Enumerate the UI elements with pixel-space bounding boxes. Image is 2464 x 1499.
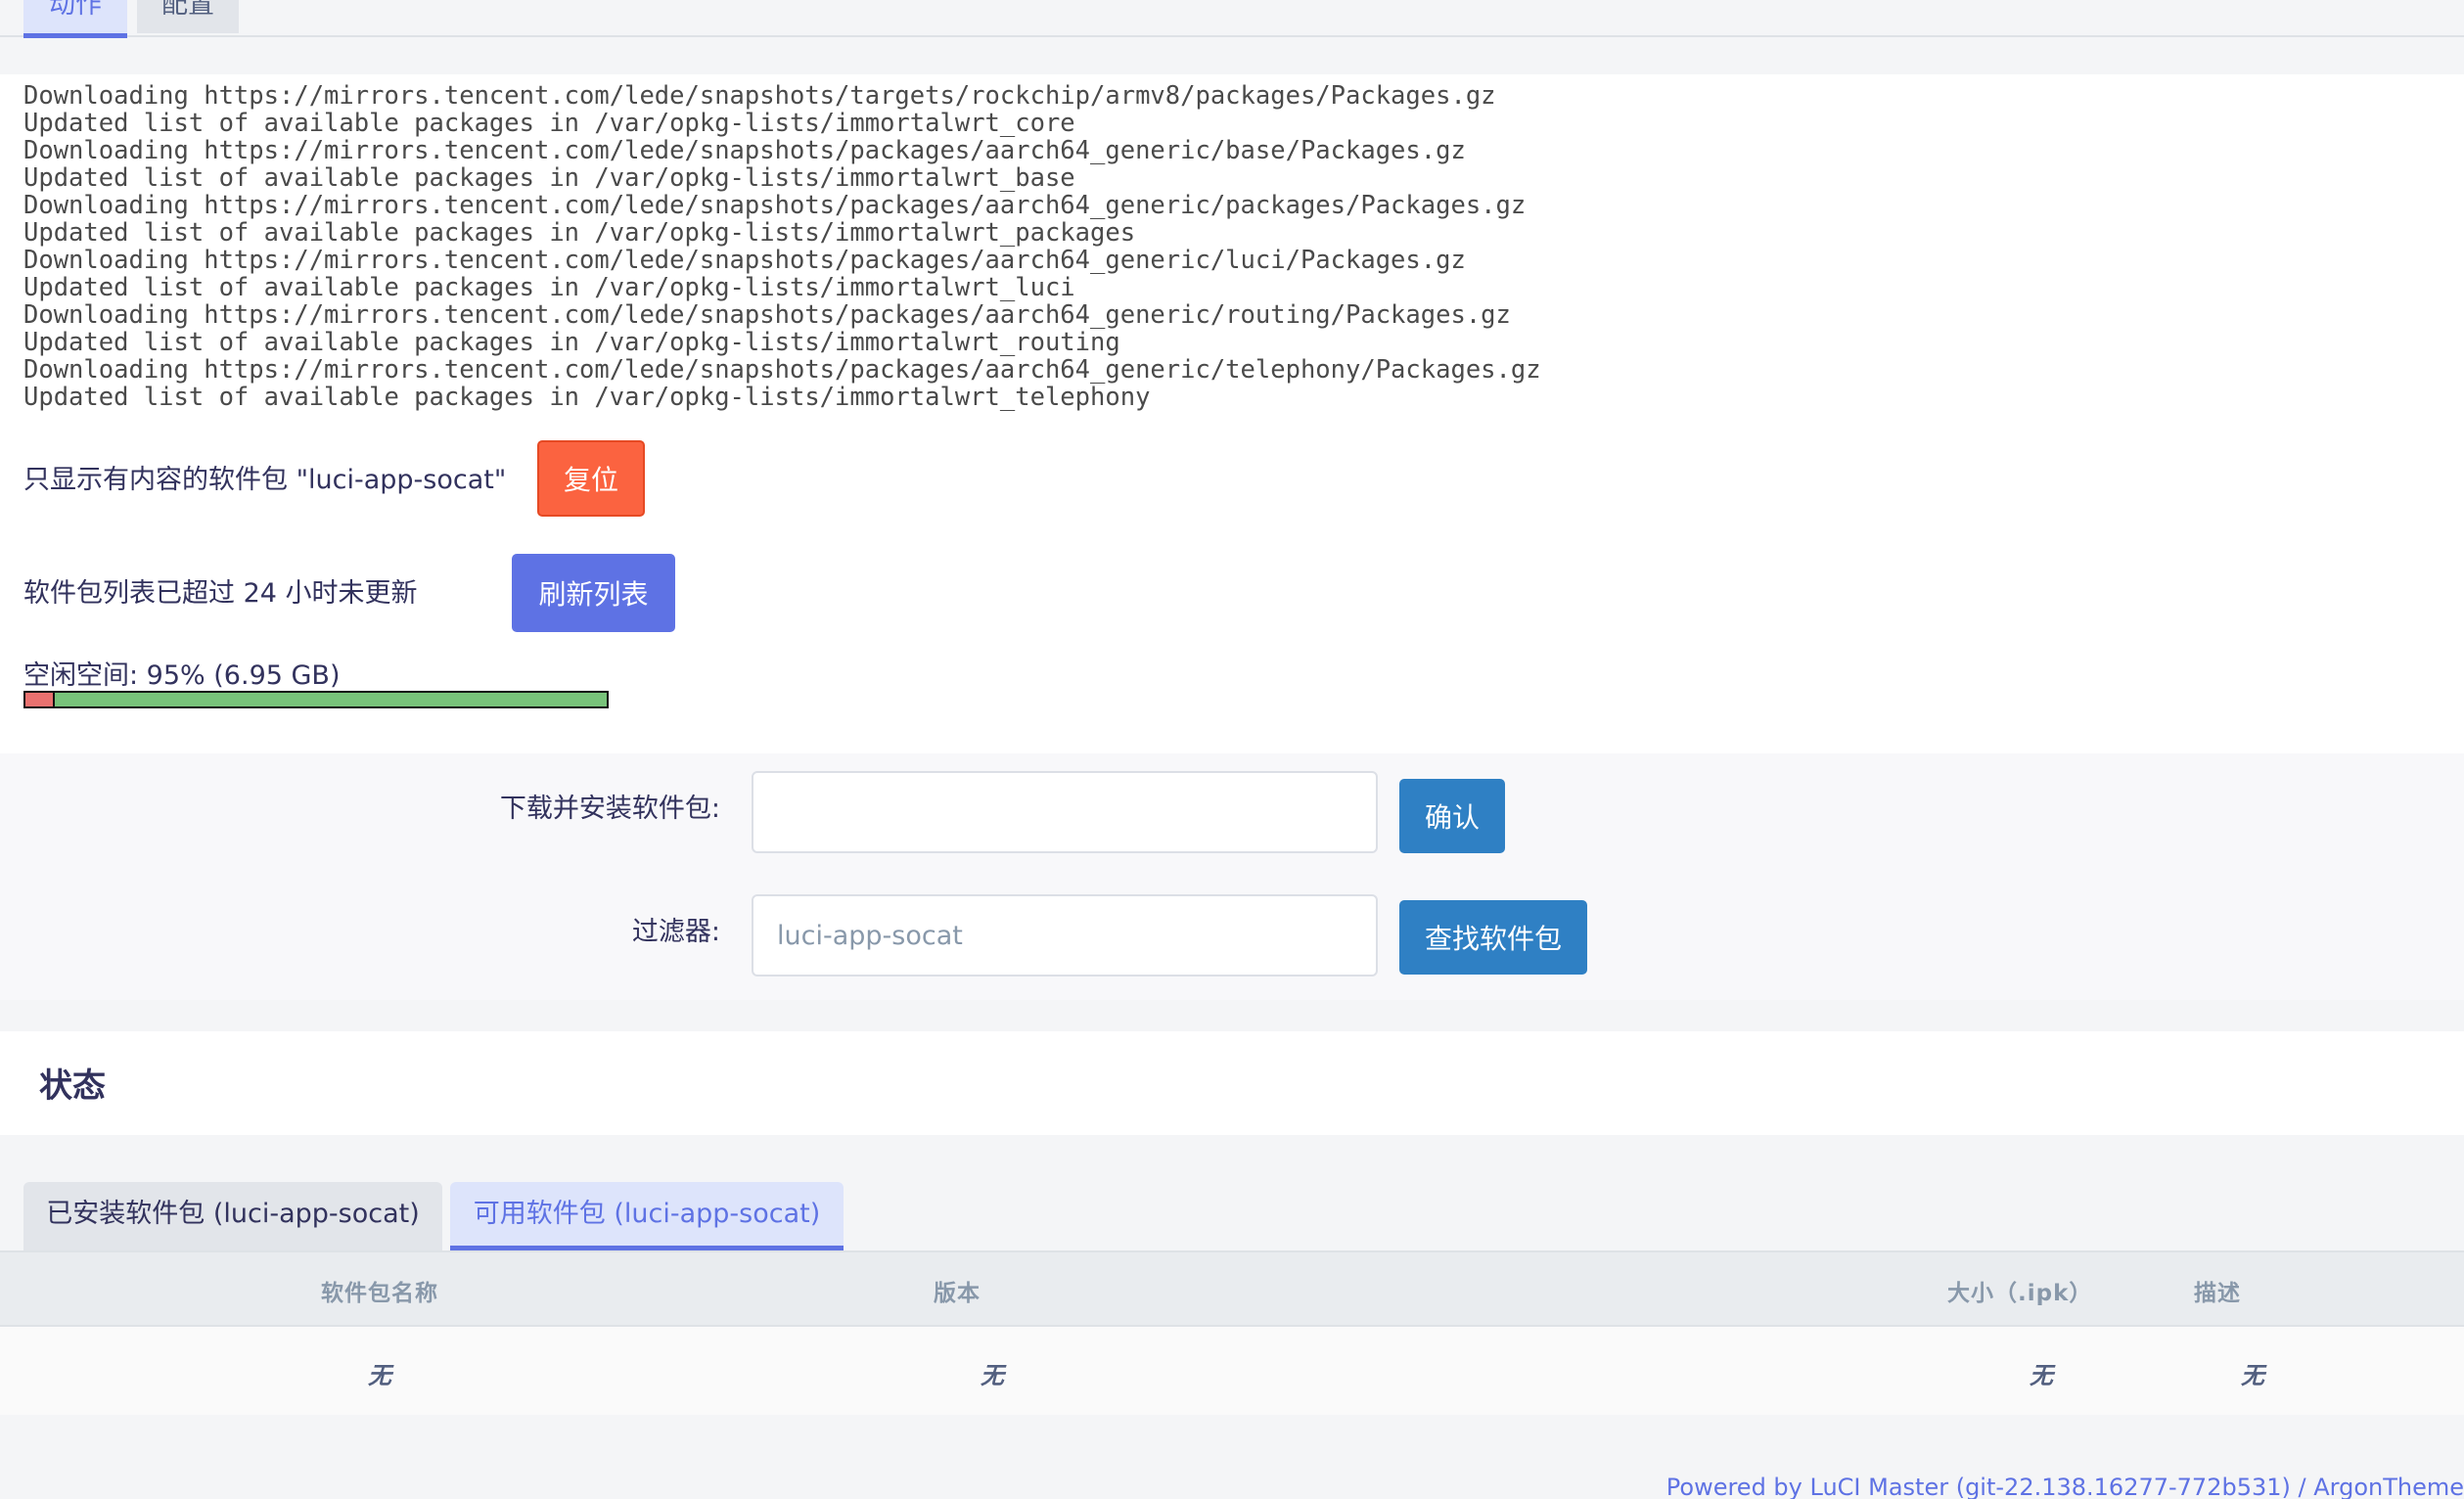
status-card: 状态 [0,1031,2464,1135]
tab-available-packages[interactable]: 可用软件包 (luci-app-socat) [450,1182,844,1250]
refresh-list-button[interactable]: 刷新列表 [512,554,675,632]
cell-size: 无 [2030,1362,2053,1389]
package-tab-bar: 已安装软件包 (luci-app-socat) 可用软件包 (luci-app-… [0,1182,2464,1252]
opkg-log-output: Downloading https://mirrors.tencent.com/… [23,81,1541,412]
install-package-input[interactable] [752,771,1378,853]
status-title: 状态 [39,1067,106,1106]
reset-button[interactable]: 复位 [537,440,645,517]
disk-used-fill [25,693,55,706]
tab-config[interactable]: 配置 [137,0,239,33]
filter-input[interactable] [752,894,1378,977]
filter-label: 过滤器: [631,917,720,947]
free-space-label: 空闲空间: 95% (6.95 GB) [23,660,341,691]
find-package-button[interactable]: 查找软件包 [1399,900,1587,975]
column-header-name: 软件包名称 [321,1281,438,1306]
cell-name: 无 [368,1362,391,1389]
column-header-description: 描述 [2194,1281,2241,1306]
footer-powered-by[interactable]: Powered by LuCI Master (git-22.138.16277… [1666,1474,2464,1499]
column-header-version: 版本 [934,1281,981,1306]
actions-card: Downloading https://mirrors.tencent.com/… [0,74,2464,753]
column-header-size: 大小（.ipk） [1947,1281,2093,1306]
update-notice-text: 软件包列表已超过 24 小时未更新 [23,578,418,609]
table-row: 无 无 无 无 [0,1327,2464,1415]
confirm-button[interactable]: 确认 [1399,779,1505,853]
disk-usage-bar [23,691,609,708]
filter-notice-text: 只显示有内容的软件包 "luci-app-socat" [23,465,507,495]
package-table-header: 软件包名称 版本 大小（.ipk） 描述 [0,1252,2464,1327]
package-form: 下载并安装软件包: 确认 过滤器: 查找软件包 [0,753,2464,1000]
cell-version: 无 [981,1362,1004,1389]
tab-installed-packages[interactable]: 已安装软件包 (luci-app-socat) [23,1182,442,1250]
cell-description: 无 [2241,1362,2264,1389]
tab-actions[interactable]: 动作 [23,0,127,38]
top-tab-bar: 动作 配置 [0,0,2464,38]
install-package-label: 下载并安装软件包: [499,794,720,824]
page: 动作 配置 Downloading https://mirrors.tencen… [0,0,2464,1499]
